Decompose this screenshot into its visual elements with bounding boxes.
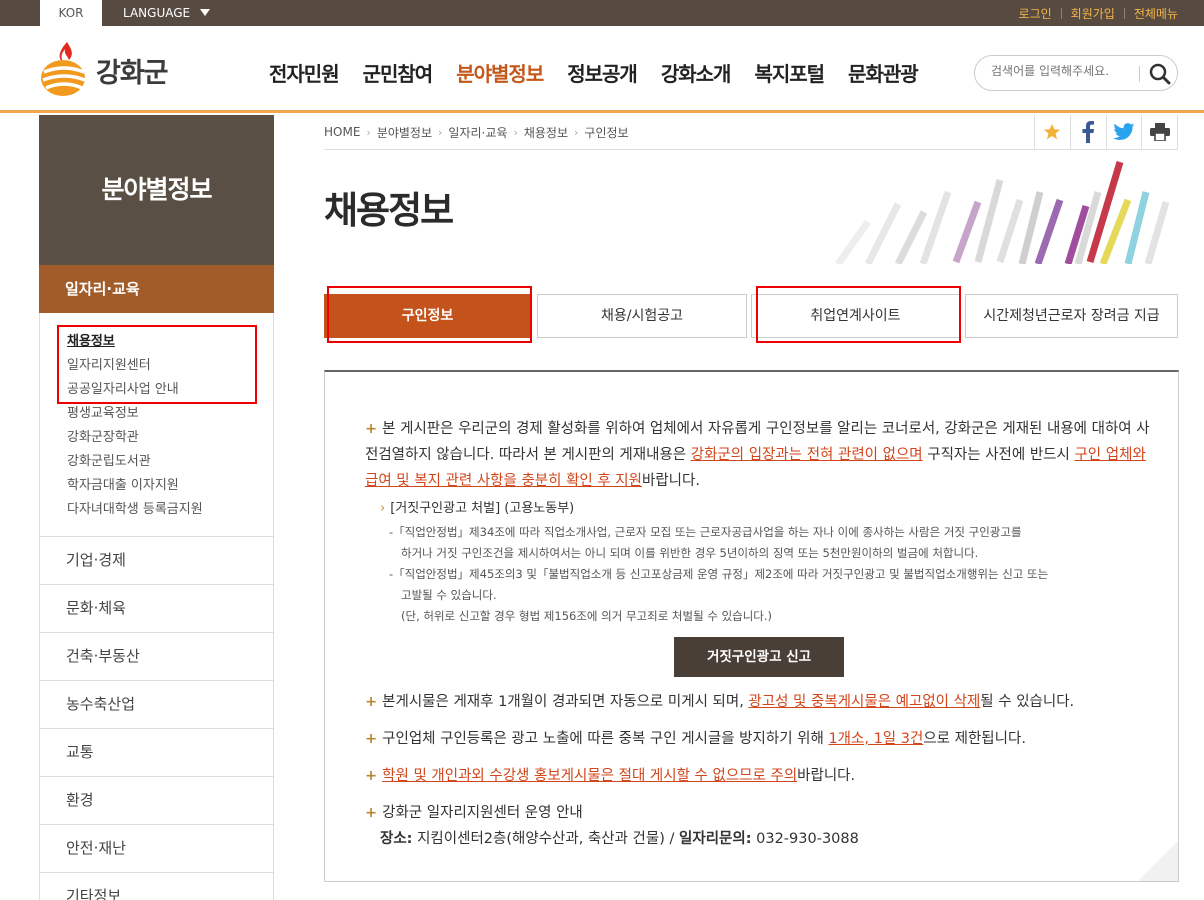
- gnb-item-culture[interactable]: 문화관광: [848, 58, 919, 87]
- plus-icon: +: [365, 694, 378, 710]
- util-links: 로그인 회원가입 전체메뉴: [1019, 0, 1178, 26]
- tab-part-time-youth-subsidy[interactable]: 시간제청년근로자 장려금 지급: [965, 294, 1178, 338]
- highlight-box: [756, 286, 961, 343]
- sidebar-item-agriculture[interactable]: 농수축산업: [39, 680, 274, 729]
- chevron-down-icon[interactable]: [200, 9, 210, 16]
- sitemap-link[interactable]: 전체메뉴: [1134, 5, 1178, 22]
- job-center-info: 장소: 지킴이센터2층(해양수산과, 축산과 건물) / 일자리문의: 032-…: [380, 831, 859, 847]
- sidebar-sub-item-lifelong-education[interactable]: 평생교육정보: [40, 405, 273, 429]
- notice-paragraph: + 강화군 일자리지원센터 운영 안내: [365, 805, 583, 821]
- page-title: 채용정보: [324, 189, 454, 232]
- sidebar-item-transport[interactable]: 교통: [39, 728, 274, 777]
- sidebar-sub-item-tuition[interactable]: 다자녀대학생 등록금지원: [40, 501, 273, 525]
- kor-language-button[interactable]: KOR: [40, 0, 102, 26]
- breadcrumb-current: 구인정보: [584, 125, 629, 140]
- breadcrumb-home[interactable]: HOME: [324, 125, 360, 139]
- twitter-icon[interactable]: [1107, 115, 1143, 149]
- plus-icon: +: [365, 731, 378, 747]
- notice-paragraph: + 본게시물은 게재후 1개월이 경과되면 자동으로 미게시 되며, 광고성 및 …: [365, 694, 1075, 710]
- sidebar-sub-item-scholarship[interactable]: 강화군장학관: [40, 429, 273, 453]
- law-text: -「직업안정법」제34조에 따라 직업소개사업, 근로자 모집 또는 근로자공급…: [389, 525, 1049, 623]
- notice-highlight: 학원 및 개인과외 수강생 홍보게시물은 절대 게시할 수 없으므로 주의: [382, 768, 798, 784]
- login-link[interactable]: 로그인: [1019, 5, 1052, 22]
- plus-icon: +: [365, 768, 378, 784]
- highlight-box: [57, 325, 257, 404]
- print-icon[interactable]: [1142, 115, 1178, 149]
- sidebar-sub-item-library[interactable]: 강화군립도서관: [40, 453, 273, 477]
- divider: [1060, 7, 1062, 19]
- sidebar-title: 분야별정보: [39, 115, 274, 265]
- gnb-item-civil[interactable]: 전자민원: [269, 58, 340, 87]
- false-ad-penalty-heading: › [거짓구인광고 처벌] (고용노동부): [380, 501, 575, 516]
- site-logo-text[interactable]: 강화군: [96, 51, 169, 90]
- notice-paragraph: + 학원 및 개인과외 수강생 홍보게시물은 절대 게시할 수 없으므로 주의바랍…: [365, 768, 856, 784]
- tab-recruitment-notices[interactable]: 채용/시험공고: [537, 294, 747, 338]
- main-navigation: 전자민원 군민참여 분야별정보 정보공개 강화소개 복지포털 문화관광: [257, 58, 930, 87]
- notice-paragraph: + 본 게시판은 우리군의 경제 활성화를 위하여 업체에서 자유롭게 구인정보를…: [365, 421, 1150, 489]
- sidebar-current-section[interactable]: 일자리·교육: [39, 265, 274, 313]
- breadcrumb-item[interactable]: 채용정보: [524, 124, 568, 141]
- plus-icon: +: [365, 421, 378, 437]
- plus-icon: +: [365, 805, 378, 821]
- signup-link[interactable]: 회원가입: [1071, 5, 1115, 22]
- sidebar-item-etc[interactable]: 기타정보: [39, 872, 274, 900]
- sidebar-menu: 기업·경제 문화·체육 건축·부동산 농수축산업 교통 환경 안전·재난 기타정…: [39, 536, 274, 900]
- search-box: [974, 55, 1178, 91]
- star-icon[interactable]: [1035, 115, 1071, 149]
- sidebar-item-business[interactable]: 기업·경제: [39, 536, 274, 585]
- gnb-item-disclosure[interactable]: 정보공개: [567, 58, 638, 87]
- breadcrumb: HOME › 분야별정보 › 일자리·교육 › 채용정보 › 구인정보: [324, 124, 629, 141]
- notice-paragraph: + 구인업체 구인등록은 광고 노출에 따른 중복 구인 게시글을 방지하기 위해…: [365, 731, 1026, 747]
- highlight-box: [327, 286, 532, 343]
- gnb-item-welfare[interactable]: 복지포털: [754, 58, 825, 87]
- ganghwa-logo-icon[interactable]: [38, 40, 92, 98]
- notice-highlight: 1개소, 1일 3건: [828, 731, 924, 747]
- report-false-ad-button[interactable]: 거짓구인광고 신고: [674, 637, 844, 677]
- sidebar-item-real-estate[interactable]: 건축·부동산: [39, 632, 274, 681]
- title-decoration-graphic: [835, 160, 1170, 264]
- divider: [1123, 7, 1125, 19]
- gnb-item-field-info[interactable]: 분야별정보: [456, 58, 544, 87]
- notice-highlight: 광고성 및 중복게시물은 예고없이 삭제: [748, 694, 981, 710]
- search-icon[interactable]: [1149, 63, 1171, 85]
- breadcrumb-item[interactable]: 일자리·교육: [448, 124, 507, 141]
- notice-highlight: 강화군의 입장과는 전혀 관련이 없으며: [690, 447, 923, 463]
- divider: [1139, 66, 1140, 82]
- sidebar-sub-item-loan-interest[interactable]: 학자금대출 이자지원: [40, 477, 273, 501]
- top-utility-bar: KOR LANGUAGE 로그인 회원가입 전체메뉴: [0, 0, 1204, 26]
- divider: [324, 149, 1178, 150]
- search-input[interactable]: [991, 64, 1131, 78]
- gnb-item-participation[interactable]: 군민참여: [363, 58, 434, 87]
- chevron-right-icon: ›: [380, 501, 386, 516]
- sidebar-item-culture-sports[interactable]: 문화·체육: [39, 584, 274, 633]
- language-selector[interactable]: LANGUAGE: [123, 0, 190, 26]
- gnb-item-about[interactable]: 강화소개: [661, 58, 732, 87]
- breadcrumb-item[interactable]: 분야별정보: [377, 124, 432, 141]
- facebook-icon[interactable]: [1071, 115, 1107, 149]
- sidebar-item-environment[interactable]: 환경: [39, 776, 274, 825]
- sidebar-item-safety[interactable]: 안전·재난: [39, 824, 274, 873]
- share-toolbar: [1034, 115, 1178, 149]
